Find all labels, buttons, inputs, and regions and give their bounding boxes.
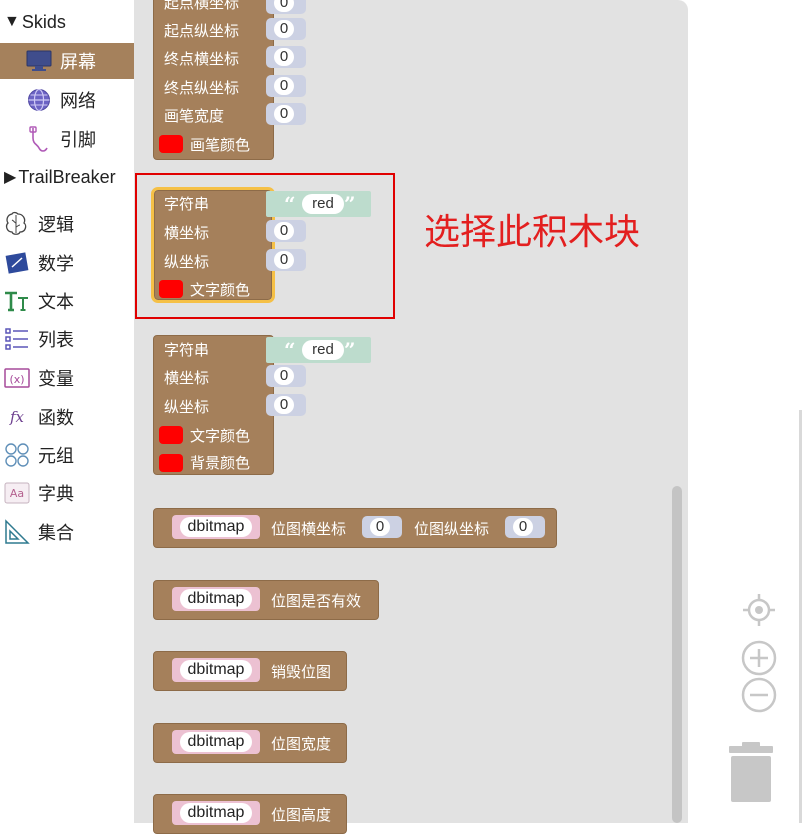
monitor-icon bbox=[26, 48, 52, 74]
bitmap-destroy-label: 销毁位图 bbox=[271, 664, 332, 681]
bitmap-y-label: 位图纵坐标 bbox=[414, 521, 490, 538]
x-label: 横坐标 bbox=[164, 370, 210, 387]
text-color-label: 文字颜色 bbox=[190, 428, 251, 445]
highlight-frame bbox=[135, 173, 395, 319]
end-x-label: 终点横坐标 bbox=[164, 51, 240, 68]
category-list[interactable]: 列表 bbox=[0, 321, 134, 357]
pen-color-label: 画笔颜色 bbox=[190, 137, 251, 154]
math-icon bbox=[4, 250, 30, 276]
bitmap-x-label: 位图横坐标 bbox=[271, 521, 347, 538]
group-trailbreaker[interactable]: ▶ TrailBreaker bbox=[0, 159, 134, 195]
category-label: 函数 bbox=[38, 408, 74, 428]
y-label: 纵坐标 bbox=[164, 399, 210, 416]
string-label: 字符串 bbox=[164, 342, 210, 359]
close-quote-icon: ” bbox=[344, 338, 356, 362]
trash-icon[interactable] bbox=[728, 740, 774, 809]
set-icon bbox=[4, 519, 30, 545]
category-text[interactable]: 文本 bbox=[0, 283, 134, 319]
tuple-icon bbox=[4, 442, 30, 468]
category-label: 数学 bbox=[38, 254, 74, 274]
expand-triangle-icon[interactable]: ▶ bbox=[4, 167, 16, 187]
bitmap-variable[interactable]: dbitmap bbox=[172, 730, 260, 754]
start-y-input[interactable]: 0 bbox=[266, 18, 306, 40]
category-screen[interactable]: 屏幕 bbox=[0, 43, 134, 79]
bitmap-width-label: 位图宽度 bbox=[271, 736, 332, 753]
text-icon bbox=[4, 288, 30, 314]
text-color-swatch[interactable] bbox=[159, 426, 183, 444]
string-input[interactable]: “ red ” bbox=[266, 337, 371, 363]
variable-icon: (x) bbox=[4, 365, 30, 391]
category-dictionary[interactable]: Aa 字典 bbox=[0, 475, 134, 511]
end-y-input[interactable]: 0 bbox=[266, 75, 306, 97]
globe-icon bbox=[26, 87, 52, 113]
open-quote-icon: “ bbox=[284, 338, 296, 362]
dictionary-icon: Aa bbox=[4, 480, 30, 506]
category-network[interactable]: 网络 bbox=[0, 82, 134, 118]
category-tuple[interactable]: 元组 bbox=[0, 437, 134, 473]
brain-icon bbox=[4, 211, 30, 237]
bg-color-swatch[interactable] bbox=[159, 454, 183, 472]
category-label: 列表 bbox=[38, 330, 74, 350]
annotation-text: 选择此积木块 bbox=[424, 212, 641, 253]
zoom-in-icon[interactable] bbox=[741, 640, 777, 681]
category-label: 元组 bbox=[38, 446, 74, 466]
category-label: 网络 bbox=[60, 91, 96, 111]
zoom-out-icon[interactable] bbox=[741, 677, 777, 718]
collapse-triangle-icon[interactable]: ▼ bbox=[4, 13, 20, 31]
category-label: 变量 bbox=[38, 369, 74, 389]
start-x-input[interactable]: 0 bbox=[266, 0, 306, 14]
category-sidebar: ▼ Skids 屏幕 网络 引脚 ▶ TrailBreaker 逻辑 数学 文本… bbox=[0, 0, 135, 823]
category-label: 引脚 bbox=[60, 130, 96, 150]
bitmap-variable[interactable]: dbitmap bbox=[172, 515, 260, 539]
pen-width-input[interactable]: 0 bbox=[266, 103, 306, 125]
category-variable[interactable]: (x) 变量 bbox=[0, 360, 134, 396]
pen-color-swatch[interactable] bbox=[159, 135, 183, 153]
bg-color-label: 背景颜色 bbox=[190, 455, 251, 472]
category-label: 文本 bbox=[38, 292, 74, 312]
bitmap-valid-label: 位图是否有效 bbox=[271, 593, 362, 610]
group-label: TrailBreaker bbox=[18, 166, 116, 187]
category-label: 字典 bbox=[38, 484, 74, 504]
end-y-label: 终点纵坐标 bbox=[164, 80, 240, 97]
group-label: Skids bbox=[21, 11, 66, 32]
category-set[interactable]: 集合 bbox=[0, 514, 134, 550]
list-icon bbox=[4, 326, 30, 352]
category-label: 屏幕 bbox=[60, 52, 96, 72]
bitmap-variable[interactable]: dbitmap bbox=[172, 587, 260, 611]
function-icon: fx bbox=[4, 404, 30, 430]
group-skids[interactable]: ▼ Skids bbox=[0, 4, 134, 40]
category-pins[interactable]: 引脚 bbox=[0, 121, 134, 157]
svg-text:Aa: Aa bbox=[10, 487, 24, 500]
pen-width-label: 画笔宽度 bbox=[164, 108, 225, 125]
bitmap-x-input[interactable]: 0 bbox=[362, 516, 402, 538]
category-label: 逻辑 bbox=[38, 215, 74, 235]
bitmap-variable[interactable]: dbitmap bbox=[172, 801, 260, 825]
y-input[interactable]: 0 bbox=[266, 394, 306, 416]
end-x-input[interactable]: 0 bbox=[266, 46, 306, 68]
category-math[interactable]: 数学 bbox=[0, 245, 134, 281]
svg-text:fx: fx bbox=[9, 408, 25, 426]
category-label: 集合 bbox=[38, 523, 74, 543]
svg-text:(x): (x) bbox=[9, 373, 24, 386]
start-y-label: 起点纵坐标 bbox=[164, 23, 240, 40]
bitmap-height-label: 位图高度 bbox=[271, 807, 332, 824]
category-function[interactable]: fx 函数 bbox=[0, 399, 134, 435]
pin-icon bbox=[26, 126, 52, 152]
bitmap-y-input[interactable]: 0 bbox=[505, 516, 545, 538]
flyout-scrollbar[interactable] bbox=[672, 486, 682, 823]
category-logic[interactable]: 逻辑 bbox=[0, 206, 134, 242]
recenter-icon[interactable] bbox=[741, 592, 777, 633]
x-input[interactable]: 0 bbox=[266, 365, 306, 387]
bitmap-variable[interactable]: dbitmap bbox=[172, 658, 260, 682]
start-x-label: 起点横坐标 bbox=[164, 0, 240, 12]
